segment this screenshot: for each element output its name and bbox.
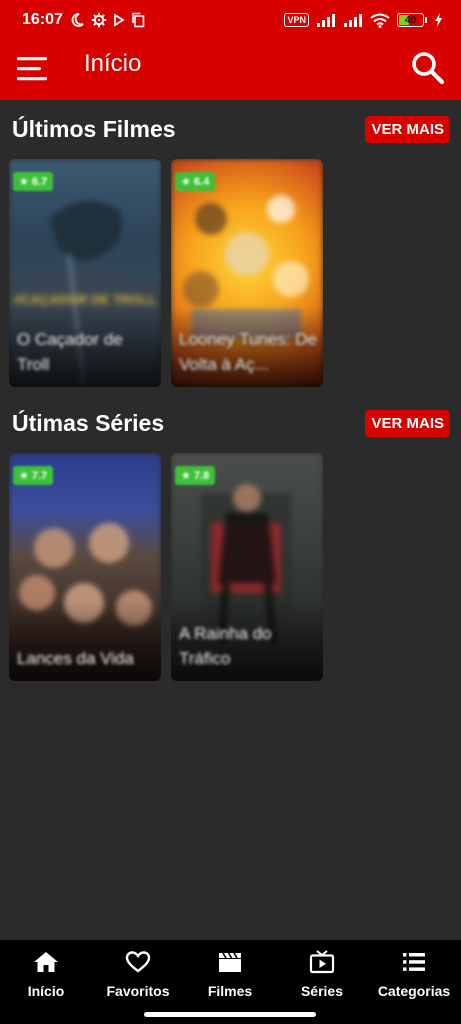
series-card[interactable]: ★ 7.8 A Rainha do Tráfico (171, 453, 323, 681)
rating-badge: ★ 7.7 (13, 466, 54, 485)
battery-icon: 40 (397, 13, 427, 27)
app-screen: 16:07 VPN 40 Início Últimos Filmes VER M… (0, 0, 461, 1024)
nav-label: Filmes (207, 983, 253, 999)
play-icon (113, 13, 125, 27)
home-indicator[interactable] (144, 1012, 316, 1017)
tv-play-icon (309, 950, 335, 979)
list-icon (401, 950, 427, 979)
card-title: A Rainha do Tráfico (179, 624, 272, 668)
poster-text: #CAÇADOR DE TROLL (14, 292, 156, 307)
menu-icon[interactable] (16, 54, 50, 84)
heart-icon (125, 950, 151, 979)
see-more-series-button[interactable]: VER MAIS (365, 409, 450, 437)
section-header-series: Útimas Séries VER MAIS (12, 408, 450, 438)
nav-label: Categorias (377, 983, 451, 999)
nav-item-series[interactable]: Séries (276, 950, 368, 1000)
nav-label: Favoritos (106, 983, 170, 999)
section-title: Útimas Séries (12, 409, 165, 436)
app-bar: Início (0, 40, 461, 100)
signal-icon (316, 13, 336, 27)
home-icon (33, 950, 59, 979)
rating-badge: ★ 6.4 (175, 172, 216, 191)
nav-label: Séries (300, 983, 344, 999)
nav-label: Início (27, 983, 65, 999)
battery-level: 40 (404, 14, 417, 26)
moon-icon (69, 12, 85, 28)
status-bar: 16:07 VPN 40 (0, 0, 461, 40)
nav-item-favoritos[interactable]: Favoritos (92, 950, 184, 1000)
see-more-movies-button[interactable]: VER MAIS (365, 115, 450, 143)
movie-card[interactable]: #CAÇADOR DE TROLL ★ 6.7 O Caçador de Tro… (9, 159, 161, 387)
rating-badge: ★ 7.8 (175, 466, 216, 485)
wifi-icon (370, 13, 390, 28)
nav-item-filmes[interactable]: Filmes (184, 950, 276, 1000)
section-title: Últimos Filmes (12, 115, 176, 142)
signal-icon (343, 13, 363, 27)
search-icon[interactable] (410, 50, 446, 86)
nav-item-categorias[interactable]: Categorias (368, 950, 460, 1000)
vpn-badge: VPN (284, 13, 309, 27)
charging-bolt-icon (434, 13, 443, 27)
series-card[interactable]: ★ 7.7 Lances da Vida (9, 453, 161, 681)
status-time: 16:07 (22, 11, 63, 28)
section-header-movies: Últimos Filmes VER MAIS (12, 114, 450, 144)
header: 16:07 VPN 40 Início (0, 0, 461, 100)
card-title: O Caçador de Troll (17, 330, 123, 374)
page-title: Início (84, 50, 142, 77)
copy-icon (131, 12, 145, 28)
rating-badge: ★ 6.7 (13, 172, 54, 191)
card-title: Lances da Vida (17, 649, 134, 668)
settings-gear-icon (91, 12, 107, 28)
clapperboard-icon (217, 950, 243, 979)
movie-card[interactable]: ★ 6.4 Looney Tunes: De Volta à Aç... (171, 159, 323, 387)
nav-item-inicio[interactable]: Início (0, 950, 92, 1000)
card-title: Looney Tunes: De Volta à Aç... (179, 330, 317, 374)
